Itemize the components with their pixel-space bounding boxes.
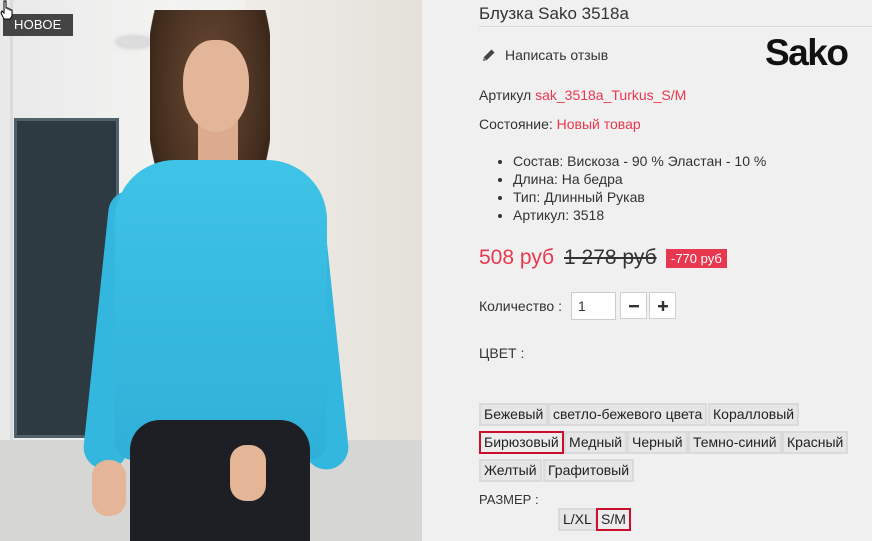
title-divider [479, 26, 872, 27]
old-price: 1 278 руб [564, 246, 657, 269]
color-option-red[interactable]: Красный [782, 431, 849, 454]
model-right-hand [230, 445, 266, 501]
brand-logo[interactable]: Sako [765, 33, 849, 73]
color-option-yellow[interactable]: Желтый [479, 459, 542, 482]
sku-value: sak_3518a_Turkus_S/M [535, 87, 687, 103]
feature-item: Тип: Длинный Рукав [513, 188, 766, 206]
sku-label: Артикул [479, 87, 532, 103]
quantity-input[interactable] [571, 292, 616, 320]
color-option-navy[interactable]: Темно-синий [688, 431, 782, 454]
write-review-label: Написать отзыв [505, 47, 609, 63]
pencil-icon [483, 49, 495, 61]
current-price: 508 руб [479, 246, 555, 269]
color-option-black[interactable]: Черный [627, 431, 688, 454]
quantity-increase-button[interactable] [649, 292, 676, 319]
photo-ceiling-lamp [116, 37, 152, 47]
size-option-l-xl[interactable]: L/XL [558, 508, 597, 531]
feature-list: Состав: Вискоза - 90 % Эластан - 10 % Дл… [513, 152, 766, 224]
color-option-beige[interactable]: Бежевый [479, 403, 549, 426]
minus-icon [628, 304, 639, 307]
sku-line: Артикул sak_3518a_Turkus_S/M [479, 87, 686, 103]
product-photo[interactable] [0, 0, 422, 541]
color-option-coral[interactable]: Коралловый [708, 403, 800, 426]
plus-icon [657, 300, 668, 311]
model-left-hand [92, 460, 126, 516]
condition-label: Состояние: [479, 116, 553, 132]
color-option-graphite[interactable]: Графитовый [543, 459, 635, 482]
color-option-turquoise[interactable]: Бирюзовый [479, 431, 564, 454]
size-label: РАЗМЕР : [479, 492, 539, 507]
color-option-light-beige[interactable]: светло-бежевого цвета [548, 403, 708, 426]
feature-item: Длина: На бедра [513, 170, 766, 188]
product-title: Блузка Sako 3518a [479, 4, 629, 23]
condition-line: Состояние: Новый товар [479, 116, 641, 132]
size-option-s-m[interactable]: S/M [596, 508, 631, 531]
model-face [183, 40, 249, 132]
discount-badge: -770 руб [666, 249, 727, 268]
write-review-link[interactable]: Написать отзыв [482, 47, 608, 63]
condition-value: Новый товар [556, 116, 641, 132]
turquoise-blouse [115, 160, 327, 460]
hand-cursor-icon [0, 0, 13, 20]
color-option-copper[interactable]: Медный [564, 431, 628, 454]
feature-item: Артикул: 3518 [513, 206, 766, 224]
feature-item: Состав: Вискоза - 90 % Эластан - 10 % [513, 152, 766, 170]
color-label: ЦВЕТ : [479, 345, 525, 361]
quantity-decrease-button[interactable] [620, 292, 647, 319]
model-pants [130, 420, 310, 541]
quantity-label: Количество : [479, 298, 562, 314]
